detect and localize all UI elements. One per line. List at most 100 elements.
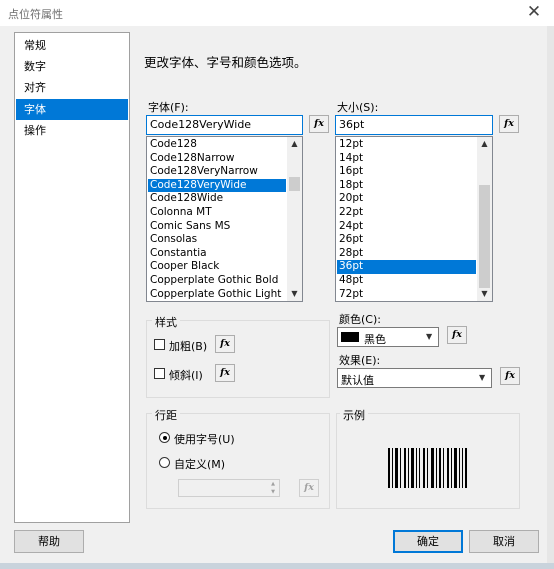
custom-spacing-radio[interactable]: [159, 457, 170, 468]
barcode-bar: [431, 448, 434, 488]
barcode-bar: [423, 448, 425, 488]
font-list-item[interactable]: Colonna MT: [148, 206, 286, 220]
nav-item-general[interactable]: 常规: [16, 35, 128, 56]
size-input[interactable]: 36pt: [335, 115, 493, 135]
barcode-bar: [439, 448, 441, 488]
font-list-item[interactable]: Code128VeryWide: [148, 178, 286, 193]
barcode-bar: [465, 448, 467, 488]
window-title: 点位符属性: [8, 8, 63, 21]
color-select[interactable]: 黑色 ▼: [337, 327, 439, 347]
effect-label: 效果(E):: [339, 354, 381, 367]
font-list[interactable]: Code128 Code128Narrow Code128VeryNarrow Cod…: [146, 136, 303, 302]
barcode-bar: [451, 448, 452, 488]
effect-value: 默认值: [341, 374, 374, 387]
font-list-scrollbar[interactable]: ▲ ▼: [287, 137, 302, 301]
chevron-down-icon: ▼: [479, 373, 486, 382]
nav-item-number[interactable]: 数字: [16, 56, 128, 77]
color-fx-button[interactable]: fx: [447, 326, 467, 344]
size-list-item[interactable]: 14pt: [337, 152, 476, 166]
italic-label[interactable]: 倾斜(I): [169, 367, 203, 383]
font-list-item[interactable]: Code128Narrow: [148, 152, 286, 166]
scroll-down-icon[interactable]: ▼: [287, 287, 302, 301]
size-list-item[interactable]: 12pt: [337, 138, 476, 152]
barcode-bar: [392, 448, 393, 488]
size-list-item[interactable]: 24pt: [337, 220, 476, 234]
size-list-item[interactable]: 20pt: [337, 192, 476, 206]
size-list[interactable]: 12pt 14pt 16pt 18pt 20pt 22pt 24pt 26pt 28pt 36pt…: [335, 136, 493, 302]
use-font-size-radio[interactable]: [159, 432, 170, 443]
close-icon[interactable]: ✕: [522, 1, 546, 23]
effect-fx-button[interactable]: fx: [500, 367, 520, 385]
nav-item-alignment[interactable]: 对齐: [16, 77, 128, 98]
size-list-item[interactable]: 18pt: [337, 179, 476, 193]
scroll-thumb[interactable]: [289, 177, 300, 191]
italic-fx-button[interactable]: fx: [215, 364, 235, 382]
scroll-thumb[interactable]: [479, 185, 490, 288]
font-list-item[interactable]: Constantia: [148, 247, 286, 261]
preview-group-label: 示例: [340, 407, 368, 423]
font-list-item[interactable]: Code128VeryNarrow: [148, 165, 286, 179]
spinner-icon[interactable]: ▲ ▼: [267, 480, 279, 496]
category-list: 常规 数字 对齐 字体 操作: [14, 32, 130, 523]
font-list-item[interactable]: Code128: [148, 138, 286, 152]
size-list-item[interactable]: 22pt: [337, 206, 476, 220]
chevron-down-icon: ▼: [426, 332, 433, 341]
color-swatch: [341, 332, 359, 342]
custom-spacing-input[interactable]: ▲ ▼: [178, 479, 280, 497]
barcode-bar: [388, 448, 390, 488]
size-list-item[interactable]: 36pt: [337, 260, 476, 274]
font-list-item[interactable]: Code128Wide: [148, 192, 286, 206]
custom-spacing-fx-button[interactable]: fx: [299, 479, 319, 497]
size-label: 大小(S):: [337, 101, 379, 114]
font-list-item[interactable]: Copperplate Gothic Light: [148, 288, 286, 301]
style-group-label: 样式: [152, 314, 180, 330]
size-list-item[interactable]: 48pt: [337, 274, 476, 288]
barcode-bar: [408, 448, 409, 488]
custom-spacing-label[interactable]: 自定义(M): [174, 456, 225, 472]
use-font-size-label[interactable]: 使用字号(U): [174, 431, 235, 447]
barcode-bar: [395, 448, 398, 488]
nav-item-action[interactable]: 操作: [16, 120, 128, 141]
radio-selected-dot: [162, 435, 167, 440]
cancel-button[interactable]: 取消: [469, 530, 539, 553]
help-button[interactable]: 帮助: [14, 530, 84, 553]
barcode-bar: [427, 448, 428, 488]
font-list-item[interactable]: Consolas: [148, 233, 286, 247]
font-fx-button[interactable]: fx: [309, 115, 329, 133]
color-label: 颜色(C):: [339, 313, 381, 326]
scroll-up-icon[interactable]: ▲: [477, 137, 492, 151]
color-value: 黑色: [364, 333, 386, 346]
title-bar: [0, 0, 554, 26]
style-group: [146, 320, 330, 398]
scroll-down-icon[interactable]: ▼: [477, 287, 492, 301]
size-list-item[interactable]: 72pt: [337, 288, 476, 301]
barcode-bar: [400, 448, 401, 488]
barcode-bar: [416, 448, 417, 488]
barcode-bar: [459, 448, 460, 488]
bold-fx-button[interactable]: fx: [215, 335, 235, 353]
ok-button[interactable]: 确定: [393, 530, 463, 553]
italic-checkbox[interactable]: [154, 368, 165, 379]
bold-label[interactable]: 加粗(B): [169, 338, 207, 354]
size-fx-button[interactable]: fx: [499, 115, 519, 133]
font-list-item[interactable]: Copperplate Gothic Bold: [148, 274, 286, 288]
scroll-up-icon[interactable]: ▲: [287, 137, 302, 151]
barcode-bar: [419, 448, 420, 488]
effect-select[interactable]: 默认值 ▼: [337, 368, 492, 388]
nav-item-font[interactable]: 字体: [16, 99, 128, 120]
barcode-bar: [447, 448, 449, 488]
background-window-edge-bottom: [0, 563, 554, 569]
barcode-bar: [462, 448, 463, 488]
font-label: 字体(F):: [148, 101, 189, 114]
size-list-item[interactable]: 28pt: [337, 247, 476, 261]
spacing-group-label: 行距: [152, 407, 180, 423]
font-list-item[interactable]: Comic Sans MS: [148, 220, 286, 234]
size-list-item[interactable]: 16pt: [337, 165, 476, 179]
size-list-item[interactable]: 26pt: [337, 233, 476, 247]
bold-checkbox[interactable]: [154, 339, 165, 350]
font-list-item[interactable]: Cooper Black: [148, 260, 286, 274]
background-window-edge: [547, 26, 554, 569]
barcode-bar: [436, 448, 437, 488]
font-input[interactable]: Code128VeryWide: [146, 115, 303, 135]
size-list-scrollbar[interactable]: ▲ ▼: [477, 137, 492, 301]
